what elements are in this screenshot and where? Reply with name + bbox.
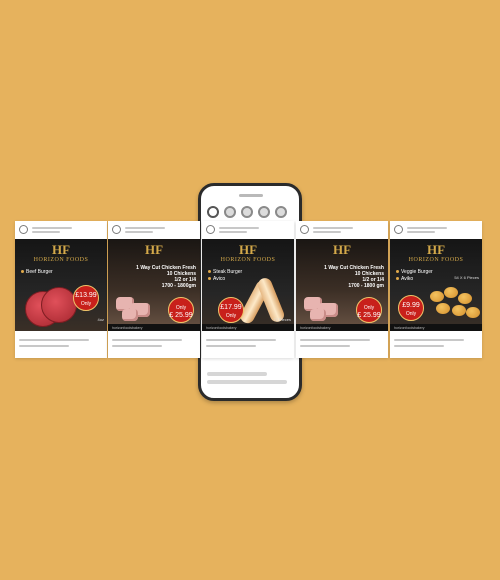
caption-placeholder [112, 339, 182, 341]
post-card[interactable]: HF HORIZON FOODS Veggie Burger Aviko 54 … [390, 221, 482, 358]
caption-placeholder [300, 345, 350, 347]
price-badge: Only £ 25.99 [168, 297, 194, 323]
post-header [394, 225, 478, 235]
offer-text: 1 Way Cut Chicken Fresh 10 Chickens 1/2 … [136, 265, 196, 289]
story-avatar[interactable] [258, 206, 270, 218]
brand-name: HORIZON FOODS [408, 257, 464, 263]
post-image: HF HORIZON FOODS Beef Burger £13.99 Only … [15, 239, 107, 331]
post-image: HF HORIZON FOODS Veggie Burger Aviko 54 … [390, 239, 482, 331]
social-handle: horizonfoodsbakery [394, 326, 425, 330]
caption-placeholder [206, 339, 276, 341]
username-placeholder [125, 227, 165, 229]
brand-name: HORIZON FOODS [33, 257, 89, 263]
price-badge: £9.99 Only [398, 295, 424, 321]
username-placeholder [313, 227, 353, 229]
bullet-icon [396, 277, 399, 281]
subtitle-placeholder [407, 231, 435, 233]
profile-avatar[interactable] [112, 225, 121, 234]
caption-placeholder [300, 339, 370, 341]
caption-placeholder [394, 339, 464, 341]
caption-placeholder [394, 345, 444, 347]
post-image: HF 1 Way Cut Chicken Fresh 10 Chickens 1… [108, 239, 200, 331]
pieces-label: 72 Pieces [273, 317, 291, 322]
social-handle: horizonfoodsbakery [300, 326, 331, 330]
pieces-label: 54 X 6 Pieces [454, 275, 479, 280]
nugget [452, 305, 466, 316]
burger-patty [41, 287, 77, 323]
nugget [430, 291, 444, 302]
nugget [436, 303, 450, 314]
profile-avatar[interactable] [19, 225, 28, 234]
offer-text: 1 Way Cut Chicken Fresh 10 Chickens 1/2 … [324, 265, 384, 289]
profile-avatar[interactable] [300, 225, 309, 234]
nugget [466, 307, 480, 318]
product-list: Steak Burger Avico [208, 269, 242, 283]
product-list: Veggie Burger Aviko [396, 269, 433, 283]
profile-avatar[interactable] [394, 225, 403, 234]
bullet-icon [208, 277, 211, 281]
post-footer [112, 336, 196, 354]
phone-speaker [239, 194, 263, 197]
story-avatar[interactable] [224, 206, 236, 218]
nugget [458, 293, 472, 304]
post-header [112, 225, 196, 235]
post-footer [300, 336, 384, 354]
post-card[interactable]: HF HORIZON FOODS Beef Burger £13.99 Only … [15, 221, 107, 358]
brand-logo: HF [51, 242, 71, 257]
bullet-icon [208, 270, 211, 274]
post-header [19, 225, 103, 235]
post-header [300, 225, 384, 235]
bullet-icon [396, 270, 399, 274]
caption-placeholder [112, 345, 162, 347]
price-badge: £13.99 Only [73, 285, 99, 311]
username-placeholder [32, 227, 72, 229]
chicken-pieces [122, 309, 138, 321]
post-image: HF HORIZON FOODS Steak Burger Avico £17.… [202, 239, 294, 331]
brand-logo: HF [426, 242, 446, 257]
subtitle-placeholder [313, 231, 341, 233]
chicken-pieces [310, 309, 326, 321]
stories-row [207, 206, 287, 218]
bullet-icon [21, 270, 24, 274]
social-handle: horizonfoodsbakery [112, 326, 143, 330]
post-card[interactable]: HF HORIZON FOODS Steak Burger Avico £17.… [202, 221, 294, 358]
caption-placeholder [19, 345, 69, 347]
story-avatar[interactable] [241, 206, 253, 218]
story-avatar[interactable] [275, 206, 287, 218]
caption-placeholder [206, 345, 256, 347]
weight-label: 4oz [97, 317, 104, 322]
username-placeholder [219, 227, 259, 229]
brand-logo: HF [332, 242, 352, 257]
brand-logo: HF [144, 242, 164, 257]
caption-placeholder [207, 380, 287, 384]
post-card[interactable]: HF 1 Way Cut Chicken Fresh 10 Chickens 1… [108, 221, 200, 358]
brand-name: HORIZON FOODS [220, 257, 276, 263]
social-handle: horizonfoodsbakery [206, 326, 237, 330]
post-card[interactable]: HF 1 Way Cut Chicken Fresh 10 Chickens 1… [296, 221, 388, 358]
nugget [444, 287, 458, 298]
subtitle-placeholder [219, 231, 247, 233]
profile-avatar[interactable] [206, 225, 215, 234]
post-header [206, 225, 290, 235]
price-badge: £17.99 Only [218, 297, 244, 323]
caption-placeholder [19, 339, 89, 341]
subtitle-placeholder [125, 231, 153, 233]
brand-logo: HF [238, 242, 258, 257]
post-footer [19, 336, 103, 354]
subtitle-placeholder [32, 231, 60, 233]
post-image: HF 1 Way Cut Chicken Fresh 10 Chickens 1… [296, 239, 388, 331]
story-avatar[interactable] [207, 206, 219, 218]
post-footer [394, 336, 478, 354]
username-placeholder [407, 227, 447, 229]
caption-placeholder [207, 372, 267, 376]
product-label: Beef Burger [21, 269, 53, 276]
post-footer [206, 336, 290, 354]
price-badge: Only £ 25.99 [356, 297, 382, 323]
